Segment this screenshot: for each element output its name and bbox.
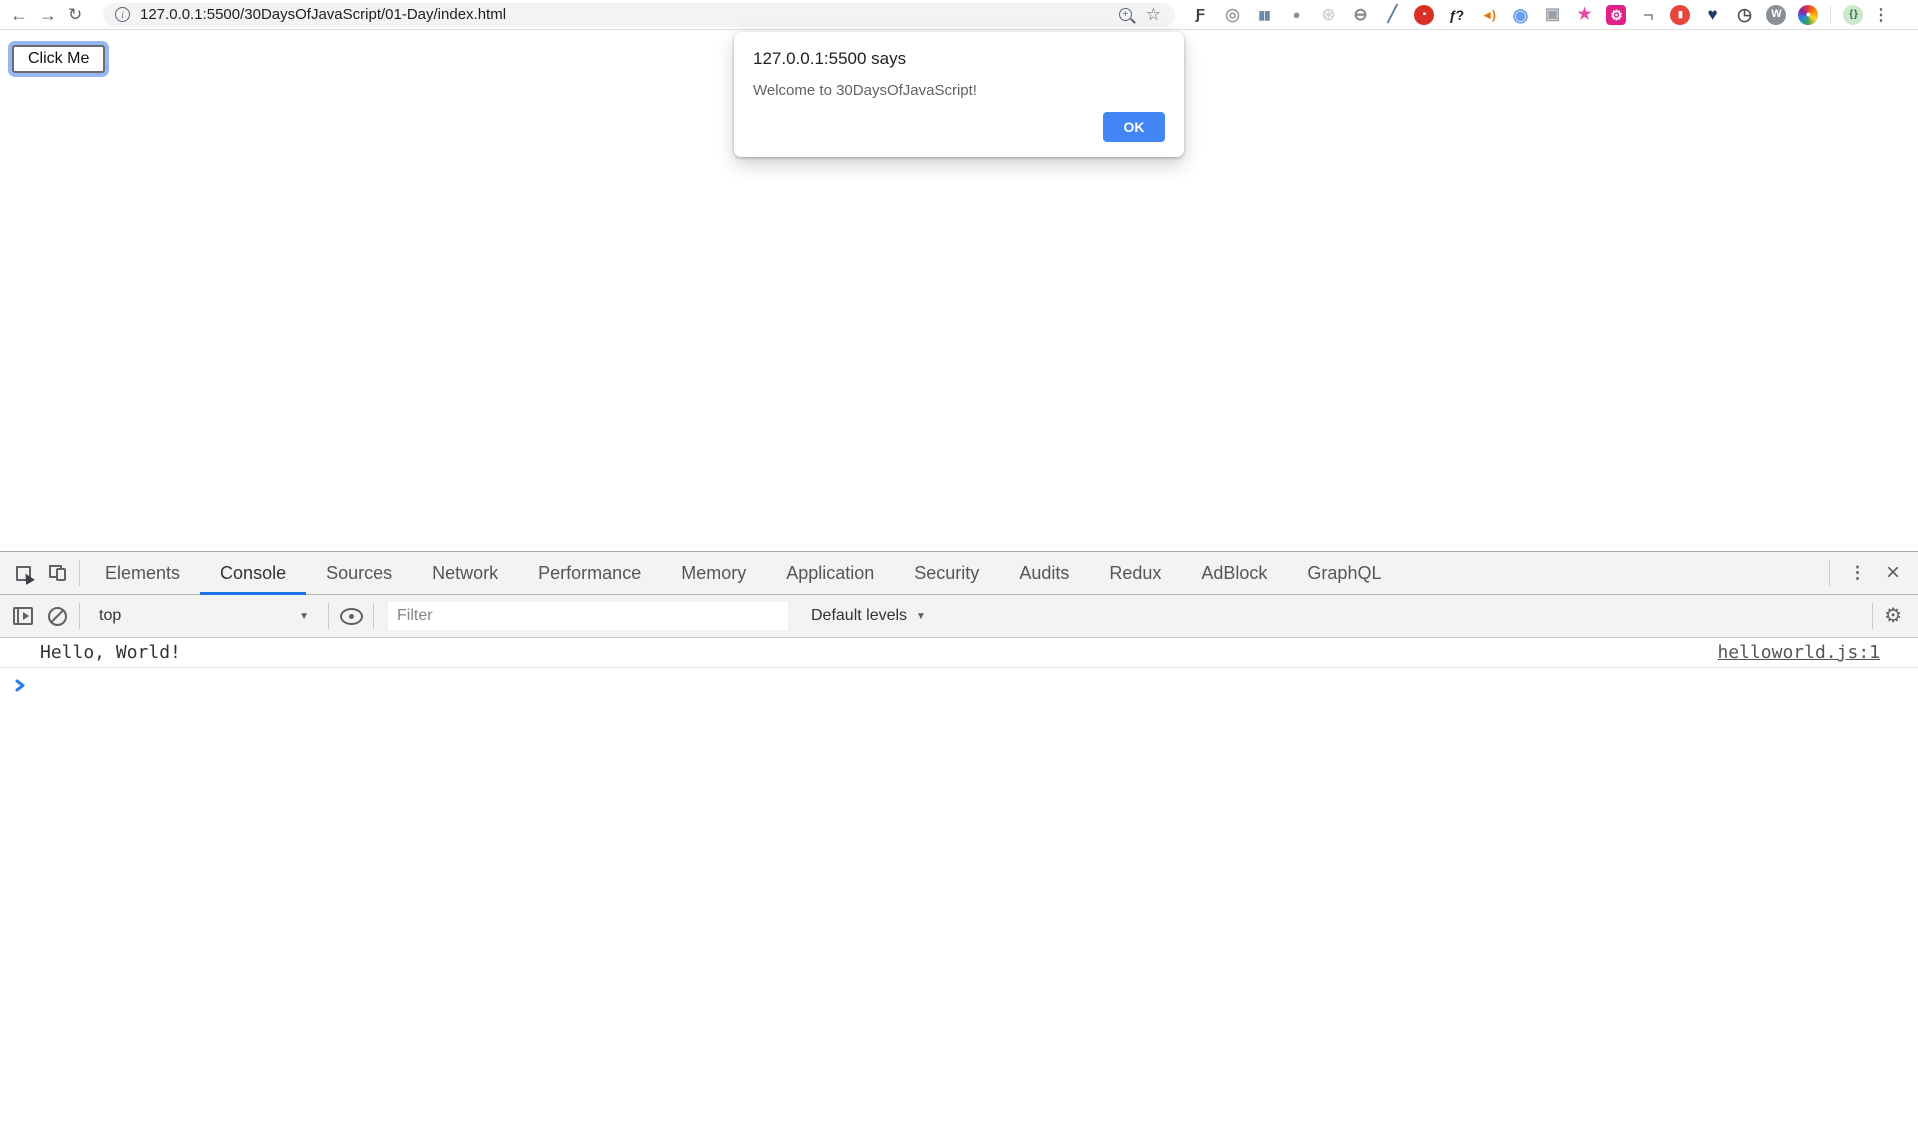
tab-network[interactable]: Network — [412, 552, 518, 594]
tab-redux[interactable]: Redux — [1089, 552, 1181, 594]
console-sidebar-button[interactable] — [6, 595, 40, 637]
gauge-icon[interactable]: ◷ — [1734, 5, 1754, 25]
alert-ok-button[interactable]: OK — [1103, 112, 1165, 142]
page-content: Click Me 127.0.0.1:5500 says Welcome to … — [0, 30, 1918, 551]
forward-icon[interactable]: → — [39, 6, 68, 24]
clear-console-button[interactable] — [40, 595, 74, 637]
eyedropper-icon[interactable]: ╱ — [1382, 5, 1402, 25]
pink-star-icon[interactable]: ★ — [1574, 5, 1594, 25]
tab-console[interactable]: Console — [200, 552, 306, 594]
device-toolbar-button[interactable] — [40, 552, 74, 594]
bookmark-star-icon[interactable]: ☆ — [1146, 6, 1161, 23]
url-text[interactable]: 127.0.0.1:5500/30DaysOfJavaScript/01-Day… — [140, 6, 506, 23]
megaphone-icon[interactable]: ◄) — [1478, 5, 1498, 25]
toolbar-divider-1 — [79, 603, 80, 629]
lens-blue-icon[interactable]: ◉ — [1510, 5, 1530, 25]
log-levels-dropdown-icon: ▼ — [916, 611, 926, 622]
tab-security[interactable]: Security — [894, 552, 999, 594]
devtools-close-icon[interactable]: × — [1880, 561, 1906, 585]
console-drawer-icon — [13, 607, 33, 625]
toolbar-divider-3 — [373, 603, 374, 629]
devtools-menu-icon[interactable]: ⋮ — [1835, 563, 1880, 583]
address-bar[interactable]: i 127.0.0.1:5500/30DaysOfJavaScript/01-D… — [103, 3, 1175, 27]
clear-console-icon — [48, 607, 67, 626]
browser-toolbar: ← → ↻ i 127.0.0.1:5500/30DaysOfJavaScrip… — [0, 0, 1918, 30]
formatter-icon[interactable]: Ƒ — [1190, 5, 1210, 25]
columns-icon[interactable]: ▮▮ — [1254, 5, 1274, 25]
context-dropdown-icon: ▼ — [299, 611, 309, 622]
tab-graphql[interactable]: GraphQL — [1287, 552, 1401, 594]
tab-elements[interactable]: Elements — [85, 552, 200, 594]
eye-icon — [340, 608, 363, 625]
w-circle-icon[interactable]: W — [1766, 5, 1786, 25]
browser-window: ← → ↻ i 127.0.0.1:5500/30DaysOfJavaScrip… — [0, 0, 1918, 1146]
stop-hand-icon[interactable]: ▪ — [1414, 5, 1434, 25]
console-filter-input[interactable] — [388, 602, 788, 630]
tab-performance[interactable]: Performance — [518, 552, 661, 594]
console-settings-gear-icon[interactable]: ⚙ — [1878, 606, 1908, 626]
rings-icon[interactable]: ◎ — [1222, 5, 1242, 25]
json-braces-icon[interactable]: { } — [1843, 5, 1863, 25]
toolbar-divider-2 — [328, 603, 329, 629]
click-me-button[interactable]: Click Me — [12, 45, 105, 73]
tabbar-divider-right — [1829, 560, 1830, 586]
device-toolbar-icon — [49, 565, 66, 581]
extensions-divider — [1830, 6, 1831, 23]
alert-dialog: 127.0.0.1:5500 says Welcome to 30DaysOfJ… — [734, 32, 1184, 157]
alert-title: 127.0.0.1:5500 says — [753, 49, 1165, 69]
tabbar-divider — [79, 560, 80, 586]
snowflake-icon[interactable]: ⊛ — [1318, 5, 1338, 25]
tab-memory[interactable]: Memory — [661, 552, 766, 594]
inspect-cursor-icon — [16, 566, 31, 581]
prompt-chevron-icon — [13, 678, 27, 693]
extensions-area: Ƒ ◎ ▮▮ ● ⊛ ⊖ ╱ ▪ ƒ? ◄) ◉ ▣ ★ ⚙ ¬ ▮ ♥ ◷ W ● { } — [1190, 5, 1863, 25]
toolbar-divider-4 — [1872, 603, 1873, 629]
devtools-tab-bar: Elements Console Sources Network Perform… — [0, 552, 1918, 595]
console-prompt[interactable] — [0, 668, 1918, 693]
reload-icon[interactable]: ↻ — [68, 6, 97, 23]
bookmark-red-icon[interactable]: ▮ — [1670, 5, 1690, 25]
elbow-pipe-icon[interactable]: ¬ — [1638, 5, 1658, 25]
console-log-row: Hello, World! helloworld.js:1 — [0, 638, 1918, 668]
console-source-link[interactable]: helloworld.js:1 — [1717, 642, 1880, 663]
tab-audits[interactable]: Audits — [999, 552, 1089, 594]
camera-icon[interactable]: ▣ — [1542, 5, 1562, 25]
back-icon[interactable]: ← — [10, 6, 39, 24]
minus-circle-icon[interactable]: ⊖ — [1350, 5, 1370, 25]
devtools-panel: Elements Console Sources Network Perform… — [0, 551, 1918, 693]
tab-adblock[interactable]: AdBlock — [1181, 552, 1287, 594]
inspect-element-button[interactable] — [6, 552, 40, 594]
console-log-text: Hello, World! — [40, 642, 181, 663]
heart-search-icon[interactable]: ♥ — [1702, 5, 1722, 25]
site-info-icon[interactable]: i — [115, 7, 130, 22]
tab-sources[interactable]: Sources — [306, 552, 412, 594]
context-selector[interactable]: top ▼ — [85, 607, 323, 625]
browser-menu-icon[interactable]: ⋮ — [1873, 5, 1889, 25]
console-toolbar: top ▼ Default levels ▼ ⚙ — [0, 595, 1918, 638]
log-levels-selector[interactable]: Default levels ▼ — [811, 607, 926, 625]
color-ring-icon[interactable]: ● — [1798, 5, 1818, 25]
context-selector-value: top — [99, 607, 121, 625]
alert-message: Welcome to 30DaysOfJavaScript! — [753, 82, 1165, 99]
function-help-icon[interactable]: ƒ? — [1446, 5, 1466, 25]
zoom-icon[interactable]: + — [1119, 8, 1132, 21]
log-levels-value: Default levels — [811, 607, 907, 625]
live-expression-button[interactable] — [334, 595, 368, 637]
bug-icon[interactable]: ● — [1286, 5, 1306, 25]
tab-application[interactable]: Application — [766, 552, 894, 594]
pink-gear-icon[interactable]: ⚙ — [1606, 5, 1626, 25]
